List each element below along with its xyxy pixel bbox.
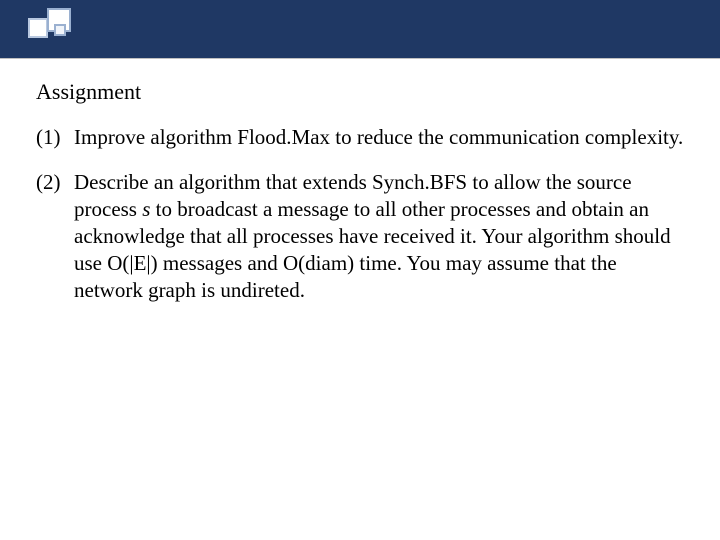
list-item: (1) Improve algorithm Flood.Max to reduc… (36, 124, 684, 151)
text-part: to broadcast a message to all other proc… (74, 197, 671, 302)
content-area: Assignment (1) Improve algorithm Flood.M… (36, 78, 684, 321)
text-part: Describe an algorithm that extends Synch… (74, 170, 430, 194)
item-text: Improve algorithm Flood.Max to reduce th… (74, 124, 684, 151)
header-bar (0, 0, 720, 59)
list-item: (2) Describe an algorithm that extends S… (36, 169, 684, 303)
text-part: Max to reduce the communication complexi… (292, 125, 684, 149)
item-number: (1) (36, 124, 74, 151)
decoration-square-3 (54, 24, 66, 36)
text-part: Improve algorithm Flood. (74, 125, 292, 149)
item-text: Describe an algorithm that extends Synch… (74, 169, 684, 303)
slide: Assignment (1) Improve algorithm Flood.M… (0, 0, 720, 540)
slide-title: Assignment (36, 78, 684, 106)
item-number: (2) (36, 169, 74, 303)
decoration-square-1 (28, 18, 48, 38)
